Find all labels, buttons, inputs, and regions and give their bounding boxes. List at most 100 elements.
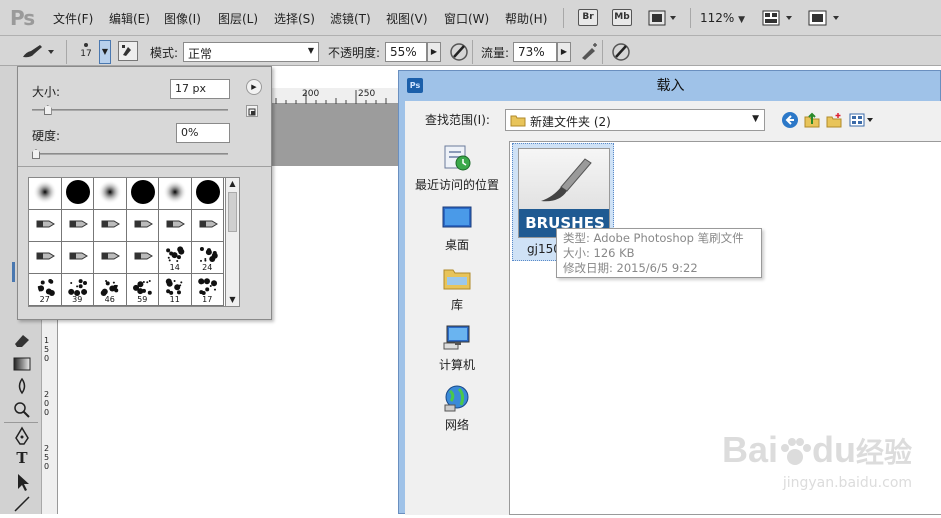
brush-preset-3[interactable]: [94, 178, 127, 210]
brush-preset-13[interactable]: [29, 242, 62, 274]
line-tool[interactable]: [12, 494, 32, 514]
brush-grid-scrollbar[interactable]: ▲ ▼: [226, 177, 240, 307]
look-in-combo[interactable]: 新建文件夹 (2) ▼: [505, 109, 765, 131]
screen-mode-button[interactable]: [808, 10, 842, 29]
blur-tool[interactable]: [12, 376, 32, 396]
brush-size-preview[interactable]: 17: [74, 38, 98, 64]
menu-image[interactable]: 图像(I): [164, 10, 201, 27]
screen-mode-icon: [808, 10, 839, 26]
mode-select[interactable]: 正常 ▼: [183, 42, 319, 62]
brush-picker-toggle[interactable]: ▼: [99, 40, 111, 64]
arrange-documents-button[interactable]: [762, 10, 796, 29]
brush-preset-2[interactable]: [61, 178, 94, 210]
dialog-title: 载入: [656, 78, 685, 94]
pen-tool[interactable]: [12, 426, 32, 446]
view-extras-button[interactable]: [648, 10, 678, 29]
new-folder-button[interactable]: [825, 111, 843, 132]
menu-help[interactable]: 帮助(H): [505, 10, 547, 27]
path-selection-tool[interactable]: [12, 472, 32, 492]
opacity-slider-button[interactable]: ▶: [427, 42, 441, 62]
size-slider-thumb[interactable]: [43, 105, 52, 115]
brush-preset-24[interactable]: 17: [191, 274, 224, 306]
brush-preset-4[interactable]: [126, 178, 159, 210]
size-input[interactable]: 17 px: [170, 79, 230, 99]
type-tool[interactable]: T: [12, 449, 32, 469]
menu-file[interactable]: 文件(F): [53, 10, 93, 27]
desktop-icon: [442, 206, 472, 228]
brush-preset-23[interactable]: 11: [159, 274, 192, 306]
pen-pressure-icon: [612, 43, 630, 61]
place-library[interactable]: 库: [409, 263, 505, 313]
brush-preset-7[interactable]: [29, 210, 62, 242]
brush-preset-11[interactable]: [159, 210, 192, 242]
brush-tip-icon: [69, 220, 88, 228]
ruler-label-250: 250: [358, 89, 376, 99]
picker-divider: [18, 166, 271, 167]
brush-preset-18[interactable]: 24: [191, 242, 224, 274]
hardness-slider-thumb[interactable]: [32, 149, 40, 159]
hardness-input[interactable]: 0%: [176, 123, 230, 143]
brush-preset-21[interactable]: 46: [94, 274, 127, 306]
place-computer[interactable]: 计算机: [409, 323, 505, 373]
flow-input[interactable]: 73%: [513, 42, 557, 62]
brush-preset-12[interactable]: [191, 210, 224, 242]
menu-view[interactable]: 视图(V): [386, 10, 428, 27]
mini-bridge-button[interactable]: Mb: [612, 9, 632, 26]
brush-preset-15[interactable]: [94, 242, 127, 274]
brush-preset-22[interactable]: 59: [126, 274, 159, 306]
chevron-up-icon[interactable]: ▲: [226, 178, 239, 190]
tool-preset-picker[interactable]: [20, 42, 56, 63]
film-strip-icon: [648, 10, 676, 26]
back-button[interactable]: [781, 111, 799, 132]
place-desktop[interactable]: 桌面: [409, 203, 505, 253]
brush-tip-icon: [65, 180, 90, 204]
zoom-level[interactable]: 112% ▼: [700, 11, 745, 25]
menu-filter[interactable]: 滤镜(T): [330, 10, 371, 27]
bridge-button[interactable]: Br: [578, 9, 598, 26]
gradient-tool[interactable]: [12, 354, 32, 374]
brush-preset-9[interactable]: [94, 210, 127, 242]
menu-select[interactable]: 选择(S): [274, 10, 315, 27]
hardness-slider[interactable]: [32, 153, 228, 155]
place-network[interactable]: 网络: [409, 383, 505, 433]
picker-menu-button[interactable]: ▶: [246, 79, 262, 95]
file-info-tooltip: 类型: Adobe Photoshop 笔刷文件 大小: 126 KB 修改日期…: [556, 228, 762, 278]
brush-preset-19[interactable]: 27: [29, 274, 62, 306]
place-recent[interactable]: 最近访问的位置: [409, 143, 505, 193]
eraser-tool[interactable]: [12, 330, 32, 350]
brush-preset-20[interactable]: 39: [61, 274, 94, 306]
menu-window[interactable]: 窗口(W): [444, 10, 489, 27]
pressure-size-button[interactable]: [610, 42, 632, 65]
brush-preset-10[interactable]: [126, 210, 159, 242]
brush-preset-6[interactable]: [191, 178, 224, 210]
opacity-input[interactable]: 55%: [385, 42, 427, 62]
brush-preset-14[interactable]: [61, 242, 94, 274]
airbrush-button[interactable]: [578, 42, 600, 65]
brush-preset-16[interactable]: [126, 242, 159, 274]
line-icon: [14, 496, 30, 512]
mode-label: 模式:: [150, 46, 179, 60]
brush-panel-icon: [122, 45, 131, 56]
brush-icon: [23, 45, 54, 58]
brush-size-label: 39: [72, 295, 83, 304]
brush-preset-5[interactable]: [159, 178, 192, 210]
brush-size-label: 46: [104, 295, 115, 304]
up-folder-button[interactable]: [803, 111, 821, 132]
photoshop-logo: Ps: [10, 6, 35, 30]
brush-preset-17[interactable]: 14: [159, 242, 192, 274]
flow-slider-button[interactable]: ▶: [557, 42, 571, 62]
opacity-label: 不透明度:: [328, 46, 381, 60]
dodge-tool[interactable]: [12, 400, 32, 420]
menu-edit[interactable]: 编辑(E): [109, 10, 150, 27]
chevron-down-icon[interactable]: ▼: [226, 294, 239, 306]
pressure-opacity-button[interactable]: [448, 42, 470, 65]
brush-preset-1[interactable]: [29, 178, 62, 210]
view-menu-button[interactable]: [849, 111, 875, 132]
new-preset-button[interactable]: [246, 105, 258, 117]
brush-preset-8[interactable]: [61, 210, 94, 242]
menu-layer[interactable]: 图层(L): [218, 10, 258, 27]
chevron-down-icon: ▼: [307, 46, 314, 55]
scrollbar-thumb[interactable]: [228, 192, 237, 232]
size-slider[interactable]: [32, 109, 228, 111]
brush-panel-button[interactable]: [118, 41, 138, 61]
